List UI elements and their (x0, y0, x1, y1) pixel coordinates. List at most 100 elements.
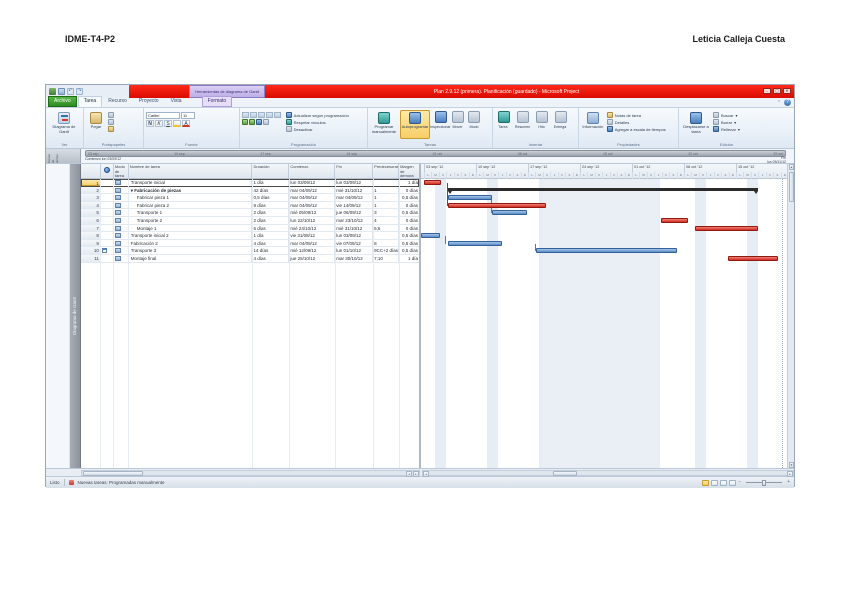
task-finish-cell[interactable]: mar 30/10/12 (335, 255, 373, 262)
task-start-cell[interactable]: mar 04/09/12 (289, 240, 335, 247)
task-mode-cell[interactable] (114, 179, 129, 186)
task-id-cell[interactable]: 7 (81, 225, 101, 232)
move-button[interactable]: Mover (451, 110, 465, 139)
task-mode-cell[interactable] (114, 194, 129, 201)
task-id-cell[interactable]: 1 (81, 179, 101, 186)
task-mode-cell[interactable] (114, 225, 129, 232)
table-hscroll-thumb[interactable] (83, 471, 143, 476)
highlight-color-icon[interactable] (173, 120, 181, 127)
inspect-button[interactable]: Inspeccionar (432, 110, 449, 139)
task-predecessors-cell[interactable]: 5;6 (373, 225, 399, 232)
task-predecessors-cell[interactable]: 7;10 (373, 255, 399, 262)
font-size-combobox[interactable]: 11 (181, 112, 195, 119)
task-predecessors-cell[interactable]: 1 (373, 187, 399, 194)
task-finish-cell[interactable]: mar 23/10/12 (335, 217, 373, 224)
font-name-combobox[interactable]: Calibri (146, 112, 180, 119)
task-start-cell[interactable]: mar 04/09/12 (289, 187, 335, 194)
task-duration-cell[interactable]: 0,5 días (252, 194, 289, 201)
table-row[interactable]: 9 Fabricación 24 díasmar 04/09/12vie 07/0… (81, 240, 419, 248)
save-icon[interactable] (58, 88, 65, 95)
chart-scroll-left-icon[interactable]: ◂ (423, 471, 429, 477)
team-planner-shortcut-icon[interactable] (720, 480, 727, 486)
status-new-tasks[interactable]: Nuevas tareas: Programadas manualmente (78, 480, 165, 485)
font-color-icon[interactable]: A (182, 120, 190, 127)
task-usage-shortcut-icon[interactable] (711, 480, 718, 486)
task-start-cell[interactable]: lun 03/09/12 (289, 179, 335, 186)
task-duration-cell[interactable]: 1 día (252, 232, 289, 239)
gantt-view-button[interactable]: Diagrama de Gantt (48, 110, 80, 139)
task-predecessors-cell[interactable] (373, 179, 399, 186)
tab-vista[interactable]: Vista (165, 96, 188, 107)
insert-deliverable-button[interactable]: Entrega (552, 110, 569, 139)
gantt-bar-red[interactable] (661, 218, 688, 223)
table-row[interactable]: 5Transporte 12 díasmié 05/09/12jue 06/09… (81, 209, 419, 217)
task-start-cell[interactable]: vie 31/08/12 (289, 232, 335, 239)
timeline-pane[interactable]: Escala de tiempo 03 sep10 sep17 sep24 se… (46, 149, 794, 164)
task-id-cell[interactable]: 3 (81, 194, 101, 201)
col-duration-header[interactable]: Duración (252, 164, 289, 178)
help-icon[interactable]: ? (784, 99, 791, 106)
gantt-bar-red[interactable] (424, 180, 441, 185)
task-duration-cell[interactable]: 42 días (252, 187, 289, 194)
task-predecessors-cell[interactable]: 4 (373, 217, 399, 224)
project-app-icon[interactable] (49, 88, 56, 95)
task-predecessors-cell[interactable]: 1 (373, 202, 399, 209)
task-slack-cell[interactable]: 0 días (399, 187, 419, 194)
task-predecessors-cell[interactable]: 3 (373, 209, 399, 216)
task-slack-cell[interactable]: 1 día (399, 255, 419, 262)
zoom-slider[interactable] (746, 482, 782, 483)
minimize-ribbon-icon[interactable]: ⌃ (777, 100, 781, 106)
task-mode-cell[interactable] (114, 247, 129, 254)
table-row[interactable]: 3Fabricar pieza 10,5 díasmar 04/09/12mar… (81, 194, 419, 202)
table-hscrollbar[interactable]: ◂ ▸ (81, 470, 420, 476)
gantt-bar-blue[interactable] (492, 210, 527, 215)
task-duration-cell[interactable]: 5 días (252, 225, 289, 232)
link-tasks-icon[interactable] (242, 119, 248, 125)
paste-button[interactable]: Pegar (86, 110, 106, 139)
task-slack-cell[interactable]: 0 días (399, 202, 419, 209)
tab-proyecto[interactable]: Proyecto (133, 96, 165, 107)
gantt-body[interactable] (421, 179, 787, 468)
gantt-bar-red[interactable] (728, 256, 778, 261)
gantt-timescale[interactable]: 03 sep '12LMXJVSD10 sep '12LMXJVSD17 sep… (421, 164, 787, 179)
chart-hscrollbar[interactable]: ◂ ▸ (422, 470, 794, 476)
task-id-cell[interactable]: 9 (81, 240, 101, 247)
task-mode-cell[interactable] (114, 255, 129, 262)
table-row[interactable]: 2▾ Fabricación de piezas42 díasmar 04/09… (81, 187, 419, 195)
task-duration-cell[interactable]: 2 días (252, 209, 289, 216)
task-start-cell[interactable]: lun 22/10/12 (289, 217, 335, 224)
table-row[interactable]: 7Montaje 15 díasmié 24/10/12mié 31/10/12… (81, 225, 419, 233)
insert-task-button[interactable]: Tarea (495, 110, 512, 139)
scroll-down-icon[interactable]: ▼ (789, 462, 794, 468)
table-row[interactable]: 11Montaje final4 díasjue 25/10/12mar 30/… (81, 255, 419, 263)
task-duration-cell[interactable]: 4 días (252, 240, 289, 247)
task-name-cell[interactable]: Fabricación 2 (129, 240, 253, 247)
task-duration-cell[interactable]: 4 días (252, 255, 289, 262)
tab-tarea[interactable]: Tarea (78, 96, 103, 107)
bold-button[interactable]: N (146, 120, 154, 127)
percent-25-icon[interactable] (250, 112, 257, 118)
undo-icon[interactable]: ↶ (67, 88, 74, 95)
percent-100-icon[interactable] (274, 112, 281, 118)
add-to-timeline-button[interactable]: Agregar a escala de tiempos (607, 126, 676, 132)
col-mode-header[interactable]: Modo de tarea (114, 164, 129, 178)
task-predecessors-cell[interactable]: 8 (373, 240, 399, 247)
task-finish-cell[interactable]: mar 04/09/12 (335, 194, 373, 201)
gantt-view-shortcut-icon[interactable] (702, 480, 709, 486)
table-row[interactable]: 10Transporte 314 díasmié 12/09/12lun 01/… (81, 247, 419, 255)
task-start-cell[interactable]: mié 12/09/12 (289, 247, 335, 254)
task-finish-cell[interactable]: vie 07/09/12 (335, 240, 373, 247)
task-predecessors-cell[interactable]: 1 (373, 194, 399, 201)
vertical-scroll-thumb[interactable] (789, 172, 794, 202)
task-name-cell[interactable]: Transporte 1 (129, 209, 253, 216)
mode-button[interactable]: Modo (467, 110, 481, 139)
task-mode-cell[interactable] (114, 217, 129, 224)
percent-0-icon[interactable] (242, 112, 249, 118)
table-row[interactable]: 4Fabricar pieza 29 díasmar 04/09/12vie 1… (81, 202, 419, 210)
task-start-cell[interactable]: mié 24/10/12 (289, 225, 335, 232)
task-name-cell[interactable]: Fabricar pieza 1 (129, 194, 253, 201)
task-name-cell[interactable]: Fabricar pieza 2 (129, 202, 253, 209)
table-scroll-left-icon[interactable]: ◂ (406, 471, 412, 477)
percent-75-icon[interactable] (266, 112, 273, 118)
task-start-cell[interactable]: mar 04/09/12 (289, 194, 335, 201)
